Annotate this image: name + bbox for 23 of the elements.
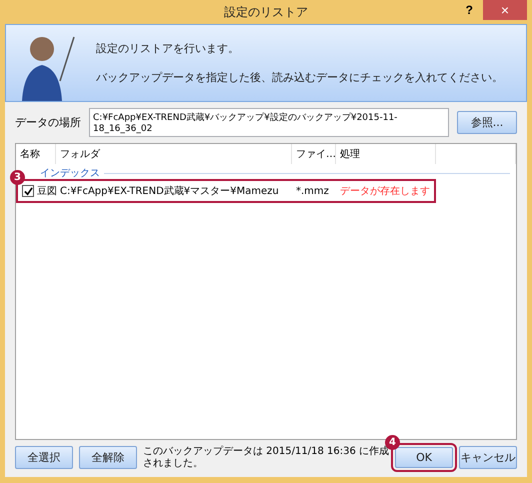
location-field[interactable]: C:¥FcApp¥EX-TREND武蔵¥バックアップ¥設定のバックアップ¥2015-11-18_16_36_02	[89, 108, 449, 137]
instruction-text: バックアップデータを指定した後、読み込むデータにチェックを入れてください。	[96, 70, 503, 85]
browse-button[interactable]: 参照...	[457, 111, 517, 134]
help-button[interactable]: ?	[466, 3, 473, 17]
group-header: インデックス	[40, 167, 100, 180]
select-all-button[interactable]: 全選択	[15, 446, 73, 469]
table-cell-text: *.mmz	[296, 186, 330, 196]
callout-badge: 3	[10, 170, 25, 185]
location-label: データの場所	[15, 115, 81, 130]
close-button[interactable]: ×	[483, 0, 527, 20]
column-header[interactable]: ファイ…	[292, 144, 336, 164]
column-header[interactable]: 名称	[16, 144, 56, 164]
window-title: 設定のリストア	[224, 4, 308, 20]
table-cell-text: C:¥FcApp¥EX-TREND武蔵¥マスター¥Mamezu	[60, 184, 280, 198]
table-cell-text: データが存在します	[340, 185, 430, 198]
table-cell-text: 豆図	[37, 185, 57, 198]
list-row[interactable]: 豆図 C:¥FcApp¥EX-TREND武蔵¥マスター¥Mamezu *.mmz データが存在します	[20, 183, 432, 199]
column-header[interactable]: フォルダ	[56, 144, 292, 164]
checkbox[interactable]	[22, 185, 34, 197]
instruction-text: 設定のリストアを行います。	[96, 41, 240, 56]
cancel-button[interactable]: キャンセル	[459, 446, 517, 469]
clear-all-button[interactable]: 全解除	[79, 446, 137, 469]
column-header[interactable]: 処理	[336, 144, 436, 164]
